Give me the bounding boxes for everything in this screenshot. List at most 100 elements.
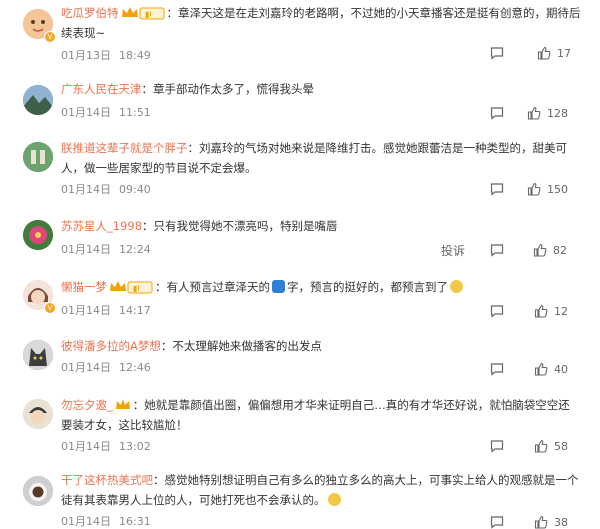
comment-time: 11:51 xyxy=(119,106,151,119)
comment-text: 广东人民在天津：章手部动作太多了，慌得我头晕 xyxy=(61,79,581,99)
vip-badge-icon: V xyxy=(44,31,56,43)
report-button[interactable]: 投诉 xyxy=(441,242,465,259)
avatar[interactable] xyxy=(23,399,53,429)
comment-text: 苏苏星人_1998：只有我觉得她不漂亮吗，特别是嘴唇 xyxy=(61,216,581,236)
comment-body: ：有人预言过章泽天的 xyxy=(155,280,270,294)
comment-body: ：不太理解她来做播客的出发点 xyxy=(160,339,322,353)
thumbs-up-icon xyxy=(534,515,548,529)
svg-text:▮I: ▮I xyxy=(133,284,140,293)
comment-text: 朕推道这辈子就是个胖子：刘嘉玲的气场对她来说是降维打击。感觉她跟蕾洁是一种类型的… xyxy=(61,138,581,178)
thumbs-up-icon xyxy=(533,243,547,257)
comment-meta: 01月14日 11:51 xyxy=(61,104,151,120)
username[interactable]: 彼得潘多拉的A梦想 xyxy=(61,339,161,353)
username[interactable]: 干了这杯热美式吧 xyxy=(61,473,153,487)
like-button[interactable]: 150 xyxy=(527,182,568,196)
like-button[interactable]: 128 xyxy=(527,106,568,120)
comment-date: 01月14日 xyxy=(61,243,111,256)
comment-item: 勿忘夕邀_ ：她就是靠颜值出圈，偏偏想用才华来证明自己…真的有才华还好说，就怕脑袋… xyxy=(0,392,600,462)
svg-text:▮I: ▮I xyxy=(145,10,152,19)
comment-date: 01月14日 xyxy=(61,106,111,119)
comment-meta: 01月14日 14:17 xyxy=(61,302,151,318)
comment-meta: 01月14日 09:40 xyxy=(61,181,151,197)
comment-time: 13:02 xyxy=(119,440,151,453)
grimace-emoji-icon xyxy=(450,280,463,293)
avatar-photo-icon xyxy=(23,142,53,172)
avatar-landscape-icon xyxy=(23,85,53,115)
like-count: 150 xyxy=(547,182,568,196)
reply-button[interactable] xyxy=(490,46,504,60)
crown-badge-icon: ▮I xyxy=(121,7,164,20)
comment-date: 01月14日 xyxy=(61,361,111,374)
comment-meta: 01月13日 18:49 xyxy=(61,47,151,63)
thumbs-up-icon xyxy=(534,304,548,318)
comment-text: 彼得潘多拉的A梦想：不太理解她来做播客的出发点 xyxy=(61,336,581,356)
comment-time: 09:40 xyxy=(119,183,151,196)
thumbs-up-icon xyxy=(534,439,548,453)
comment-date: 01月13日 xyxy=(61,49,111,62)
reply-button[interactable] xyxy=(490,362,504,376)
thumbs-up-icon xyxy=(527,106,541,120)
comment-text: 懒猫一梦 ▮I ：有人预言过章泽天的 字，预言的挺好的，都预言到了 xyxy=(61,277,581,297)
crown-badge-icon: ▮I xyxy=(110,281,153,294)
comment-time: 14:17 xyxy=(119,304,151,317)
like-count: 38 xyxy=(554,515,568,529)
avatar[interactable] xyxy=(23,142,53,172)
username[interactable]: 勿忘夕邀_ xyxy=(61,398,113,412)
comment-meta: 01月14日 16:31 xyxy=(61,513,151,529)
like-count: 58 xyxy=(554,439,568,453)
comment-item: 朕推道这辈子就是个胖子：刘嘉玲的气场对她来说是降维打击。感觉她跟蕾洁是一种类型的… xyxy=(0,134,600,204)
like-button[interactable]: 17 xyxy=(537,46,571,60)
avatar[interactable] xyxy=(23,476,53,506)
avatar[interactable] xyxy=(23,340,53,370)
reply-button[interactable] xyxy=(490,304,504,318)
number-emoji-icon xyxy=(272,280,285,293)
avatar[interactable] xyxy=(23,85,53,115)
reply-button[interactable] xyxy=(490,243,504,257)
reply-icon xyxy=(490,363,504,376)
comment-text: 勿忘夕邀_ ：她就是靠颜值出圈，偏偏想用才华来证明自己…真的有才华还好说，就怕脑袋… xyxy=(61,395,581,435)
username[interactable]: 吃瓜罗伯特 xyxy=(61,6,119,20)
reply-button[interactable] xyxy=(490,182,504,196)
username[interactable]: 朕推道这辈子就是个胖子 xyxy=(61,141,188,155)
comment-item: 苏苏星人_1998：只有我觉得她不漂亮吗，特别是嘴唇 01月14日 12:24 投… xyxy=(0,214,600,269)
reply-button[interactable] xyxy=(490,515,504,529)
comment-date: 01月14日 xyxy=(61,183,111,196)
like-button[interactable]: 82 xyxy=(533,243,567,257)
reply-button[interactable] xyxy=(490,106,504,120)
reply-icon xyxy=(490,244,504,257)
like-button[interactable]: 38 xyxy=(534,515,568,529)
thumbs-up-icon xyxy=(534,362,548,376)
like-button[interactable]: 12 xyxy=(534,304,568,318)
avatar[interactable] xyxy=(23,220,53,250)
vip-badge-icon: V xyxy=(44,302,56,314)
comment-item: V 懒猫一梦 ▮I ：有人预言过章泽天的 字，预言的挺好的，都预言到了 01月14日 1… xyxy=(0,275,600,330)
avatar-flower-icon xyxy=(23,220,53,250)
like-button[interactable]: 40 xyxy=(534,362,568,376)
comment-item: 彼得潘多拉的A梦想：不太理解她来做播客的出发点 01月14日 12:46 40 xyxy=(0,334,600,384)
username[interactable]: 苏苏星人_1998 xyxy=(61,219,142,233)
like-count: 40 xyxy=(554,362,568,376)
username[interactable]: 懒猫一梦 xyxy=(61,280,107,294)
reply-icon xyxy=(490,516,504,529)
like-count: 82 xyxy=(553,243,567,257)
comment-body-cont: 字，预言的挺好的，都预言到了 xyxy=(287,280,448,294)
comment-text: 吃瓜罗伯特 ▮I ：章泽天这是在走刘嘉玲的老路啊，不过她的小天章播客还是挺有创意的，… xyxy=(61,3,581,43)
face-emoji-icon xyxy=(327,493,341,506)
reply-button[interactable] xyxy=(490,439,504,453)
comment-body: ：她就是靠颜值出圈，偏偏想用才华来证明自己…真的有才华还好说，就怕脑袋空空还要装… xyxy=(61,398,570,432)
thumbs-up-icon xyxy=(537,46,551,60)
comment-body: ：章手部动作太多了，慌得我头晕 xyxy=(141,82,315,96)
reply-icon xyxy=(490,183,504,196)
reply-icon xyxy=(490,305,504,318)
comment-item: 干了这杯热美式吧：感觉她特别想证明自己有多么的独立多么的高大上，可事实上给人的观… xyxy=(0,468,600,529)
like-button[interactable]: 58 xyxy=(534,439,568,453)
avatar-boy-icon xyxy=(23,399,53,429)
like-count: 12 xyxy=(554,304,568,318)
reply-icon xyxy=(490,107,504,120)
comment-meta: 01月14日 12:46 xyxy=(61,359,151,375)
comment-list: V 吃瓜罗伯特 ▮I ：章泽天这是在走刘嘉玲的老路啊，不过她的小天章播客还是挺有创意… xyxy=(0,0,600,529)
like-count: 128 xyxy=(547,106,568,120)
comment-date: 01月14日 xyxy=(61,304,111,317)
username[interactable]: 广东人民在天津 xyxy=(61,82,142,96)
comment-time: 18:49 xyxy=(119,49,151,62)
